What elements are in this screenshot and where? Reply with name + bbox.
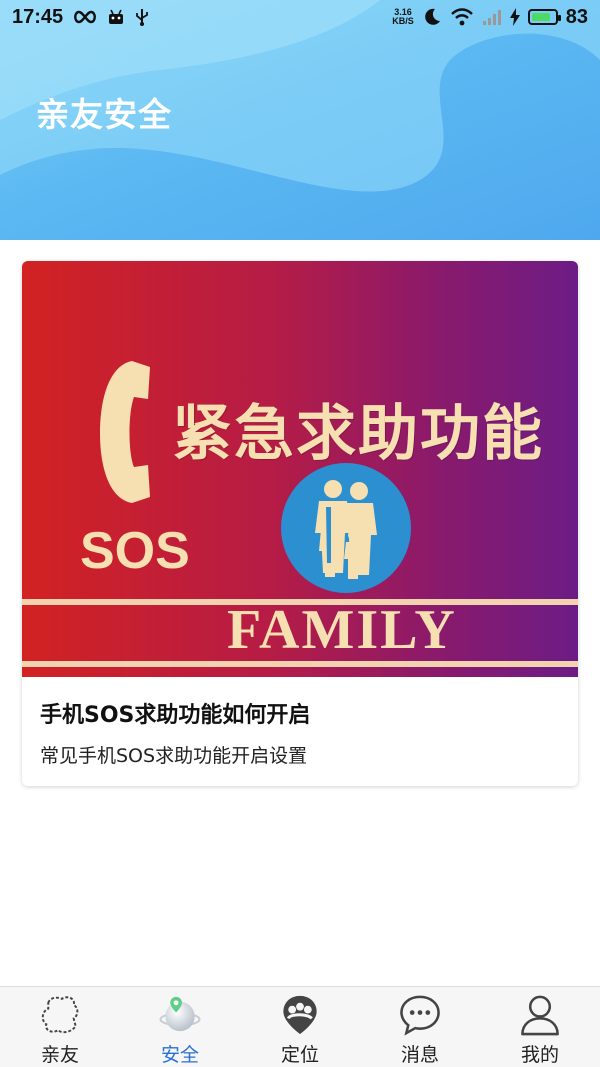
nav-item-friends[interactable]: 亲友: [0, 987, 120, 1067]
network-speed-unit: KB/S: [392, 16, 414, 26]
nav-label-location: 定位: [280, 1044, 319, 1066]
android-icon: [109, 9, 124, 24]
moon-icon: [424, 8, 440, 25]
nav-label-messages: 消息: [400, 1044, 439, 1066]
status-bar: 17:45 3.16 KB/S 83: [0, 0, 600, 34]
charging-icon: [509, 8, 520, 26]
banner-sos-text: SOS: [80, 522, 190, 580]
infinity-icon: [74, 10, 97, 24]
message-icon: [400, 995, 440, 1036]
bottom-navigation: 亲友 安全 定位 消息 我的: [0, 986, 600, 1067]
battery-level: 83: [565, 5, 588, 28]
nav-label-friends: 亲友: [40, 1044, 79, 1066]
nav-item-messages[interactable]: 消息: [360, 987, 480, 1067]
network-speed: 3.16 KB/S: [392, 8, 414, 26]
article-subtitle: 常见手机SOS求助功能开启设置: [40, 745, 308, 767]
location-icon: [283, 995, 317, 1035]
status-time: 17:45: [12, 5, 64, 28]
banner-headline: 紧急求助功能: [172, 399, 544, 469]
friends-icon: [41, 996, 79, 1034]
profile-icon: [521, 995, 559, 1036]
article-banner-image: 紧急求助功能 SOS FAMILY: [22, 261, 578, 677]
nav-item-safety[interactable]: 安全: [120, 987, 240, 1067]
header: 17:45 3.16 KB/S 83 亲友安全: [0, 0, 600, 240]
wifi-icon: [450, 8, 473, 26]
page-title: 亲友安全: [36, 95, 172, 134]
nav-label-profile: 我的: [520, 1044, 559, 1066]
article-title: 手机SOS求助功能如何开启: [40, 703, 311, 728]
family-emblem: [281, 463, 411, 593]
signal-icon: [482, 10, 501, 25]
nav-item-profile[interactable]: 我的: [480, 987, 600, 1067]
banner-family-text: FAMILY: [227, 599, 457, 661]
family-icon: [315, 480, 377, 579]
usb-icon: [136, 9, 149, 26]
nav-item-location[interactable]: 定位: [240, 987, 360, 1067]
safety-globe-icon: [159, 996, 201, 1032]
banner-divider-bottom: [22, 661, 578, 667]
battery-icon: [527, 9, 561, 25]
nav-label-safety: 安全: [160, 1044, 199, 1066]
article-card[interactable]: 紧急求助功能 SOS FAMILY 手机SOS求助功能如何开启 常见手机SOS求…: [22, 261, 578, 786]
phone-handset-icon: [100, 361, 150, 503]
